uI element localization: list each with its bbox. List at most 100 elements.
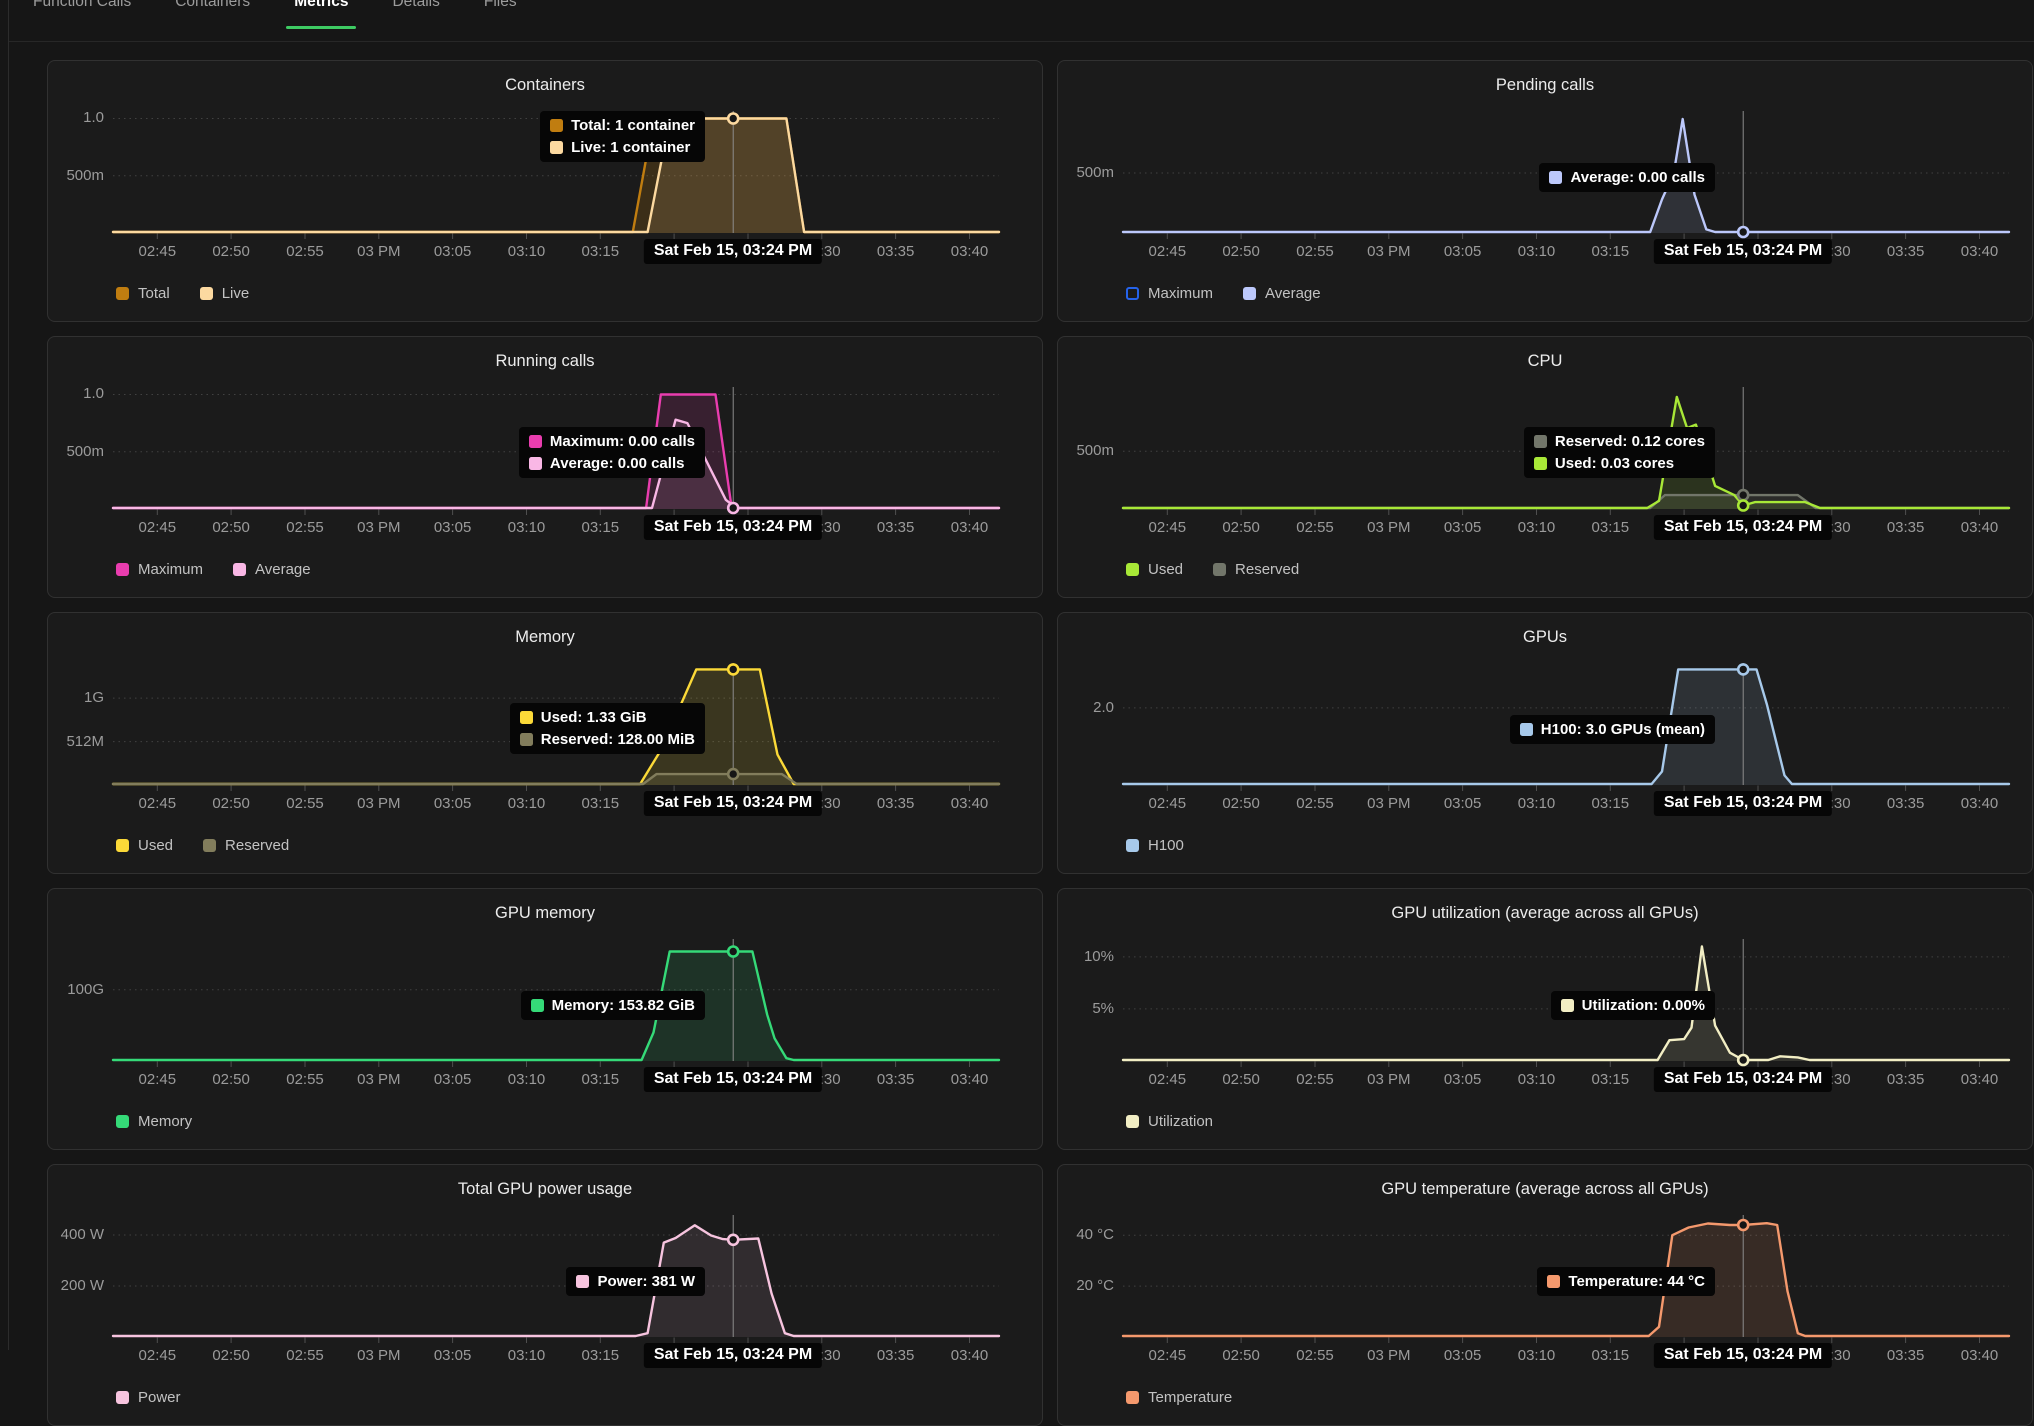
x-axis-label: 02:55 (286, 1071, 324, 1088)
y-axis-label: 500m (66, 167, 104, 184)
value-tooltip: Power: 381 W (566, 1267, 705, 1296)
tooltip-text: Used: 1.33 GiB (541, 709, 647, 726)
legend-chip (116, 839, 129, 852)
tooltip-text: Average: 0.00 calls (550, 455, 685, 472)
chart-legend: Maximum Average (116, 561, 311, 578)
tooltip-row: Temperature: 44 °C (1547, 1273, 1705, 1290)
x-axis-label: 02:50 (1222, 1071, 1260, 1088)
x-axis-label: 03:05 (434, 243, 472, 260)
chart-card-cpu: CPU500m02:4502:5002:5503 PM03:0503:1003:… (1057, 336, 2033, 598)
tooltip-color-chip (1547, 1275, 1560, 1288)
x-axis-label: 03 PM (1367, 795, 1410, 812)
chart-plot[interactable]: 500m02:4502:5002:5503 PM03:0503:1003:150… (1123, 383, 2009, 516)
legend-item-reserved[interactable]: Reserved (1213, 561, 1299, 578)
legend-chip (116, 563, 129, 576)
value-tooltip: Utilization: 0.00% (1551, 991, 1715, 1020)
x-axis-label: 02:45 (139, 519, 177, 536)
charts-grid: Containers1.0500m02:4502:5002:5503 PM03:… (47, 60, 2034, 1426)
tooltip-color-chip (1534, 435, 1547, 448)
x-axis-label: 03:05 (1444, 1071, 1482, 1088)
chart-card-pending-calls: Pending calls500m02:4502:5002:5503 PM03:… (1057, 60, 2033, 322)
chart-plot[interactable]: 1.0500m02:4502:5002:5503 PM03:0503:1003:… (113, 383, 999, 516)
tab-metrics[interactable]: Metrics (294, 0, 348, 41)
tooltip-color-chip (520, 711, 533, 724)
chart-legend: Utilization (1126, 1113, 1213, 1130)
x-axis-label: 02:50 (212, 519, 250, 536)
legend-item-maximum[interactable]: Maximum (116, 561, 203, 578)
chart-plot[interactable]: 100G02:4502:5002:5503 PM03:0503:1003:150… (113, 935, 999, 1068)
legend-chip (1126, 563, 1139, 576)
tooltip-row: Power: 381 W (576, 1273, 695, 1290)
x-axis-label: 03:40 (951, 519, 989, 536)
tab-containers[interactable]: Containers (175, 0, 250, 41)
legend-item-utilization[interactable]: Utilization (1126, 1113, 1213, 1130)
tab-function-calls[interactable]: Function Calls (33, 0, 131, 41)
x-axis-label: 03:40 (951, 795, 989, 812)
hover-marker (728, 769, 738, 779)
chart-plot[interactable]: 40 °C20 °C02:4502:5002:5503 PM03:0503:10… (1123, 1211, 2009, 1344)
chart-plot[interactable]: 500m02:4502:5002:5503 PM03:0503:1003:150… (1123, 107, 2009, 240)
y-axis-label: 5% (1092, 1000, 1114, 1017)
legend-label: H100 (1148, 837, 1184, 854)
x-axis-label: 03:35 (877, 1071, 915, 1088)
hover-marker (1738, 1055, 1748, 1065)
tooltip-text: Total: 1 container (571, 117, 695, 134)
legend-label: Used (1148, 561, 1183, 578)
legend-item-total[interactable]: Total (116, 285, 170, 302)
y-axis-label: 40 °C (1076, 1226, 1114, 1243)
tab-files[interactable]: Files (484, 0, 517, 41)
x-axis-label: 02:50 (212, 1071, 250, 1088)
chart-card-gpu-memory: GPU memory100G02:4502:5002:5503 PM03:050… (47, 888, 1043, 1150)
x-axis-label: 03 PM (357, 795, 400, 812)
legend-chip (1213, 563, 1226, 576)
legend-item-memory[interactable]: Memory (116, 1113, 192, 1130)
legend-item-used[interactable]: Used (1126, 561, 1183, 578)
chart-legend: Maximum Average (1126, 285, 1321, 302)
x-axis-label: 03:40 (951, 243, 989, 260)
x-axis-label: 02:50 (1222, 795, 1260, 812)
time-tooltip: Sat Feb 15, 03:24 PM (644, 515, 822, 540)
chart-card-gpu-utilization-average-across-all-gpus: GPU utilization (average across all GPUs… (1057, 888, 2033, 1150)
legend-label: Average (1265, 285, 1321, 302)
legend-item-reserved[interactable]: Reserved (203, 837, 289, 854)
chart-plot[interactable]: 10%5%02:4502:5002:5503 PM03:0503:1003:15… (1123, 935, 2009, 1068)
tab-label: Function Calls (33, 0, 131, 12)
legend-item-average[interactable]: Average (233, 561, 311, 578)
tooltip-text: Reserved: 128.00 MiB (541, 731, 695, 748)
legend-item-temperature[interactable]: Temperature (1126, 1389, 1232, 1406)
chart-plot[interactable]: 400 W200 W02:4502:5002:5503 PM03:0503:10… (113, 1211, 999, 1344)
tooltip-row: Average: 0.00 calls (529, 455, 695, 472)
tab-details[interactable]: Details (392, 0, 439, 41)
time-tooltip: Sat Feb 15, 03:24 PM (1654, 239, 1832, 264)
chart-plot[interactable]: 1G512M02:4502:5002:5503 PM03:0503:1003:1… (113, 659, 999, 792)
tooltip-text: Power: 381 W (597, 1273, 695, 1290)
chart-plot[interactable]: 2.002:4502:5002:5503 PM03:0503:1003:1503… (1123, 659, 2009, 792)
x-axis-label: 02:45 (139, 1071, 177, 1088)
tooltip-text: Average: 0.00 calls (1570, 169, 1705, 186)
time-tooltip: Sat Feb 15, 03:24 PM (1654, 1067, 1832, 1092)
legend-item-average[interactable]: Average (1243, 285, 1321, 302)
legend-item-maximum[interactable]: Maximum (1126, 285, 1213, 302)
chart-legend: Used Reserved (116, 837, 289, 854)
chart-card-memory: Memory1G512M02:4502:5002:5503 PM03:0503:… (47, 612, 1043, 874)
x-axis-label: 02:50 (1222, 243, 1260, 260)
x-axis-label: 02:45 (1149, 1071, 1187, 1088)
chart-plot[interactable]: 1.0500m02:4502:5002:5503 PM03:0503:1003:… (113, 107, 999, 240)
value-tooltip: Average: 0.00 calls (1539, 163, 1715, 192)
x-axis-label: 03:15 (582, 1071, 620, 1088)
series-line-reserved (113, 774, 999, 784)
y-axis-label: 500m (66, 443, 104, 460)
x-axis-label: 03:40 (1961, 795, 1999, 812)
legend-item-live[interactable]: Live (200, 285, 250, 302)
x-axis-label: 03:10 (1518, 795, 1556, 812)
legend-item-h100[interactable]: H100 (1126, 837, 1184, 854)
legend-item-used[interactable]: Used (116, 837, 173, 854)
chart-title: GPU temperature (average across all GPUs… (1058, 1180, 2032, 1199)
hover-marker (1738, 664, 1748, 674)
y-axis-label: 500m (1076, 164, 1114, 181)
tooltip-color-chip (576, 1275, 589, 1288)
time-tooltip: Sat Feb 15, 03:24 PM (1654, 515, 1832, 540)
legend-item-power[interactable]: Power (116, 1389, 181, 1406)
y-axis-label: 2.0 (1093, 699, 1114, 716)
x-axis-label: 03 PM (357, 1071, 400, 1088)
